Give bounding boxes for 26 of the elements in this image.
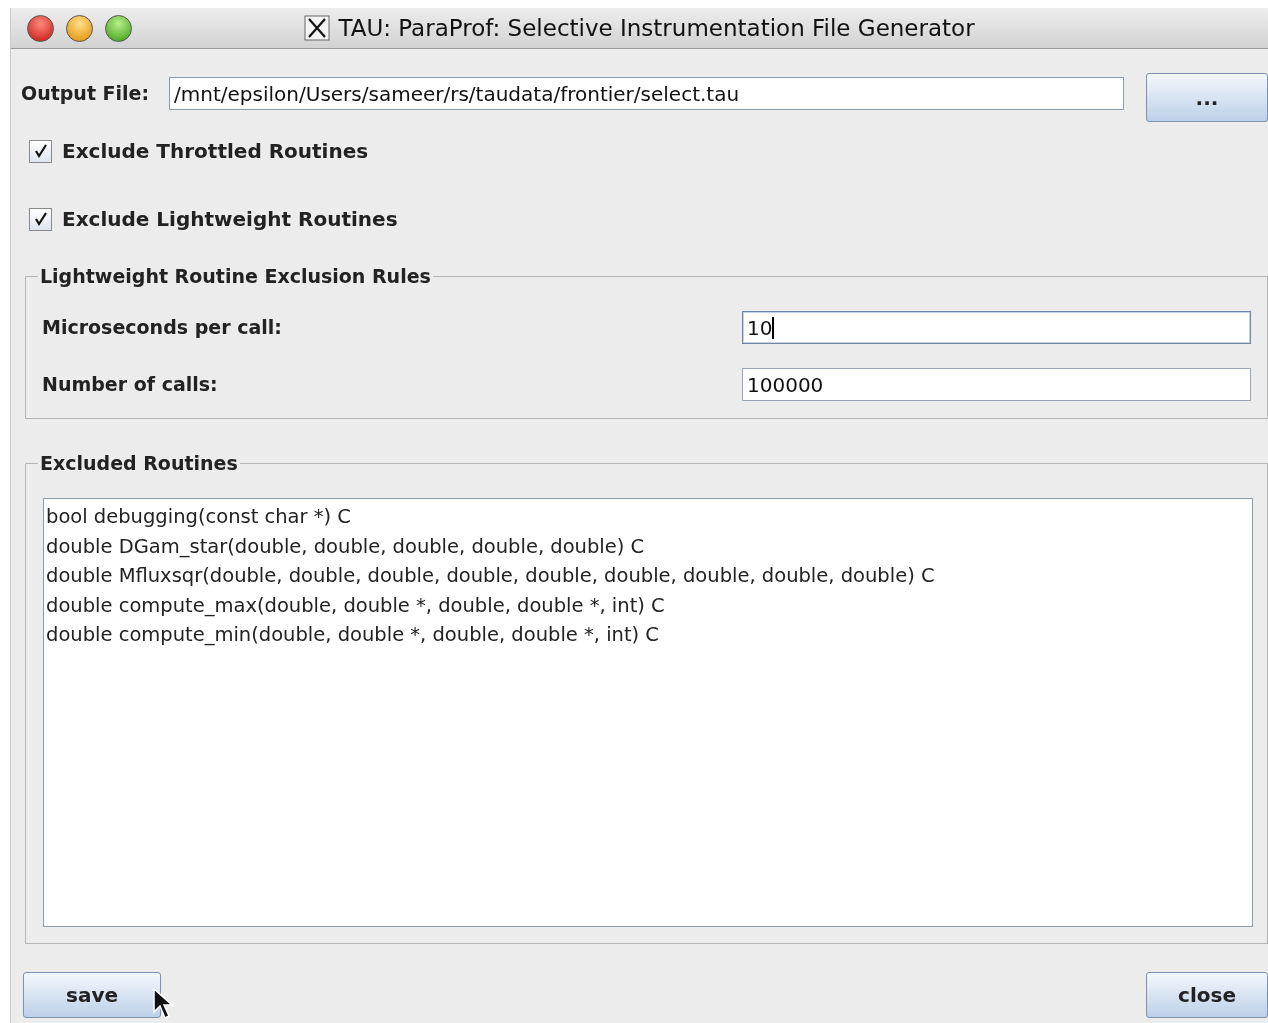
routine-item[interactable]: bool debugging(const char *) C bbox=[46, 502, 1250, 532]
save-button[interactable]: save bbox=[23, 972, 161, 1018]
input-field[interactable]: 100000 bbox=[742, 368, 1251, 401]
browse-button[interactable]: ... bbox=[1146, 73, 1268, 122]
routine-item[interactable]: double compute_max(double, double *, double, double *, int) C bbox=[46, 590, 1250, 620]
close-button[interactable]: close bbox=[1146, 972, 1268, 1018]
output-file-label: Output File: bbox=[21, 81, 150, 107]
checkbox-label[interactable]: Exclude Throttled Routines bbox=[62, 136, 369, 166]
window-control[interactable] bbox=[105, 14, 132, 42]
mouse-pointer-icon bbox=[153, 988, 175, 1020]
check-icon bbox=[32, 143, 49, 159]
output-file-field[interactable]: /mnt/epsilon/Users/sameer/rs/taudata/frontier/select.tau bbox=[169, 77, 1124, 110]
checkbox[interactable] bbox=[29, 207, 52, 231]
input-field[interactable]: 10 bbox=[742, 311, 1251, 344]
window-title: TAU: ParaProf: Selective Instrumentation File Generator bbox=[338, 13, 975, 43]
window-control[interactable] bbox=[27, 14, 54, 42]
window-control[interactable] bbox=[66, 14, 93, 42]
check-icon bbox=[32, 211, 49, 227]
checkbox[interactable] bbox=[29, 139, 52, 163]
routine-item[interactable]: double compute_min(double, double *, double, double *, int) C bbox=[46, 620, 1250, 650]
field-label: Microseconds per call: bbox=[42, 315, 283, 341]
checkbox-label[interactable]: Exclude Lightweight Routines bbox=[62, 204, 398, 234]
routine-item[interactable]: double DGam_star(double, double, double, double, double) C bbox=[46, 531, 1250, 561]
routine-item[interactable]: double Mfluxsqr(double, double, double, double, double, double, double, double, double) C bbox=[46, 561, 1250, 591]
field-label: Number of calls: bbox=[42, 372, 219, 398]
x-window-icon bbox=[304, 15, 331, 41]
